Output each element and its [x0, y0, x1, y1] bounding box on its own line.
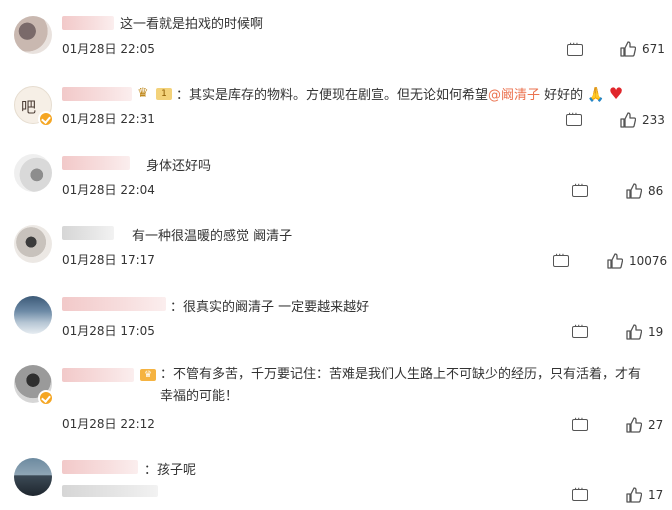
- comment-date: 01月28日 22:05: [62, 42, 155, 56]
- avatar[interactable]: [14, 225, 52, 263]
- thumbs-up-icon: [607, 253, 623, 269]
- crown-icon: ♛: [137, 86, 149, 101]
- like-count: 86: [648, 184, 664, 198]
- comment-text: 身体还好吗: [146, 159, 212, 174]
- user-name-blurred[interactable]: [62, 460, 138, 474]
- like-count: 233: [642, 113, 665, 127]
- user-name-blurred[interactable]: [62, 16, 114, 30]
- comment-text-part: ：其实是库存的物料。方便现在剧宣。但无论如何希望: [176, 88, 489, 103]
- user-name-blurred[interactable]: [62, 368, 134, 382]
- like-button[interactable]: 19: [626, 324, 663, 340]
- comment-date: 01月28日 17:05: [62, 324, 155, 338]
- comment-text: ：很真实的阚清子 一定要越来越好: [170, 300, 370, 315]
- pray-hands-icon: 🙏: [587, 87, 605, 103]
- comment-text-part: 好好的: [540, 88, 584, 103]
- thumbs-up-icon: [620, 41, 636, 57]
- avatar[interactable]: [14, 296, 52, 334]
- date-blurred: [62, 485, 158, 497]
- like-count: 27: [648, 418, 664, 432]
- like-button[interactable]: 671: [620, 41, 665, 57]
- verified-badge-icon: [38, 111, 54, 127]
- heart-icon: ♥: [608, 84, 624, 103]
- comment-date: 01月28日 22:12: [62, 417, 155, 431]
- thumbs-up-icon: [626, 183, 642, 199]
- crown-badge-icon: 1: [156, 88, 172, 100]
- reply-icon[interactable]: [572, 484, 588, 501]
- thumbs-up-icon: [626, 487, 642, 503]
- thumbs-up-icon: [620, 112, 636, 128]
- reply-icon[interactable]: [566, 109, 582, 126]
- user-name-blurred[interactable]: [62, 297, 166, 311]
- like-count: 671: [642, 42, 665, 56]
- reply-icon[interactable]: [572, 180, 588, 197]
- like-count: 19: [648, 325, 664, 339]
- like-button[interactable]: 86: [626, 183, 663, 199]
- crown-badge-icon: ♛: [140, 369, 156, 381]
- user-name-blurred[interactable]: [62, 87, 132, 101]
- user-name-blurred[interactable]: [62, 156, 130, 170]
- like-button[interactable]: 17: [626, 487, 663, 503]
- comment-text: ：其实是库存的物料。方便现在剧宣。但无论如何希望@阚清子 好好的 🙏 ♥: [176, 84, 623, 103]
- mention-link[interactable]: @阚清子: [488, 88, 540, 103]
- comment-date: 01月28日 22:04: [62, 183, 155, 197]
- avatar[interactable]: [14, 16, 52, 54]
- avatar-text: 吧: [21, 98, 37, 116]
- comment-date: 01月28日 17:17: [62, 253, 155, 267]
- comment-text: 这一看就是拍戏的时候啊: [120, 17, 264, 32]
- reply-icon[interactable]: [572, 414, 588, 431]
- reply-icon[interactable]: [567, 39, 583, 56]
- comment-text: ：不管有多苦，千万要记住：苦难是我们人生路上不可缺少的经历，只有活着，才有幸福的…: [160, 367, 642, 404]
- thumbs-up-icon: [626, 324, 642, 340]
- user-name-blurred[interactable]: [62, 226, 114, 240]
- thumbs-up-icon: [626, 417, 642, 433]
- reply-icon[interactable]: [553, 250, 569, 267]
- comment-text: 有一种很温暖的感觉 阚清子: [132, 229, 293, 244]
- reply-icon[interactable]: [572, 321, 588, 338]
- comment-text: ：孩子呢: [144, 463, 197, 478]
- like-button[interactable]: 10076: [607, 253, 667, 269]
- avatar[interactable]: [14, 458, 52, 496]
- verified-badge-icon: [38, 390, 54, 406]
- avatar[interactable]: [14, 154, 52, 192]
- like-count: 10076: [629, 254, 668, 268]
- like-button[interactable]: 27: [626, 417, 663, 433]
- like-button[interactable]: 233: [620, 112, 665, 128]
- comment-date: 01月28日 22:31: [62, 112, 155, 126]
- like-count: 17: [648, 488, 664, 502]
